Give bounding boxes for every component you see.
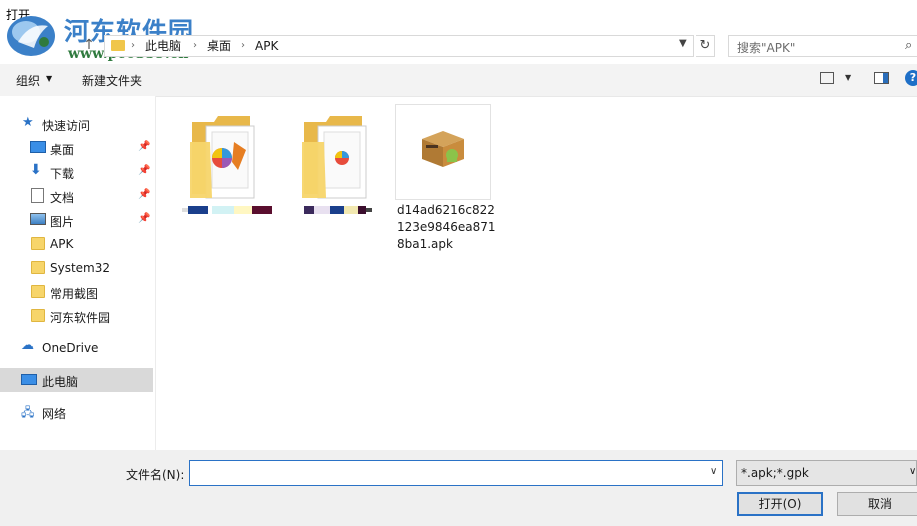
sidebar-item-label: 文档 xyxy=(50,191,75,205)
apk-thumbnail xyxy=(395,104,491,200)
sidebar-item-this-pc[interactable]: 此电脑 xyxy=(0,368,153,392)
breadcrumb-this-pc[interactable]: 此电脑 xyxy=(145,38,181,54)
search-input[interactable]: 搜索"APK" ⌕ xyxy=(728,35,917,57)
file-item-folder-2[interactable] xyxy=(296,104,396,224)
file-name: d14ad6216c822 123e9846ea871 8ba1.apk xyxy=(397,202,497,253)
breadcrumb-separator-icon: › xyxy=(193,40,197,51)
filetype-select[interactable]: *.apk;*.gpk ∨ xyxy=(736,460,917,486)
sidebar-item-network[interactable]: 🖧 网络 xyxy=(0,400,153,424)
sidebar-item-label: 河东软件园 xyxy=(50,311,111,325)
redacted-name-bar xyxy=(182,206,272,214)
network-icon: 🖧 xyxy=(21,405,35,419)
refresh-button[interactable]: ↻ xyxy=(696,35,715,57)
up-arrow-icon[interactable]: ↑ xyxy=(82,36,96,54)
sidebar-item-label: 桌面 xyxy=(50,143,75,157)
folder-icon xyxy=(31,261,45,274)
sidebar-item-onedrive[interactable]: ☁ OneDrive xyxy=(0,336,153,360)
sidebar-item-label: APK xyxy=(50,237,74,251)
sidebar-item-label: 此电脑 xyxy=(42,375,79,389)
cancel-button[interactable]: 取消 xyxy=(837,492,917,516)
package-box-icon xyxy=(422,131,464,167)
sidebar-item-label: 快速访问 xyxy=(42,119,91,133)
sidebar-item-label: 下载 xyxy=(50,167,75,181)
breadcrumb-separator-icon: › xyxy=(241,40,245,51)
folder-icon xyxy=(31,309,45,322)
desktop-icon xyxy=(30,141,46,153)
search-icon[interactable]: ⌕ xyxy=(905,38,912,53)
sidebar-item-quick-access[interactable]: ★ 快速访问 xyxy=(0,112,153,136)
sidebar-item-pictures[interactable]: 图片 📌 xyxy=(0,208,153,232)
folder-icon xyxy=(111,40,125,51)
chevron-down-icon[interactable]: ▼ xyxy=(679,38,687,49)
pin-icon[interactable]: 📌 xyxy=(138,213,150,224)
sidebar-item-label: 常用截图 xyxy=(50,287,99,301)
redacted-name-bar xyxy=(304,206,372,214)
preview-pane-icon[interactable] xyxy=(874,72,889,84)
watermark-logo-icon xyxy=(7,16,55,56)
new-folder-button[interactable]: 新建文件夹 xyxy=(82,72,142,89)
view-options-icon[interactable] xyxy=(820,72,834,84)
file-name-line: d14ad6216c822 xyxy=(397,203,495,217)
pin-icon[interactable]: 📌 xyxy=(138,141,150,152)
file-name-line: 8ba1.apk xyxy=(397,237,453,251)
file-item-folder-1[interactable] xyxy=(180,104,280,224)
pin-icon[interactable]: 📌 xyxy=(138,189,150,200)
cloud-icon: ☁ xyxy=(21,338,34,353)
document-icon xyxy=(31,188,44,203)
filetype-value: *.apk;*.gpk xyxy=(741,466,809,480)
filename-input[interactable] xyxy=(189,460,723,486)
sidebar-item-desktop[interactable]: 桌面 📌 xyxy=(0,136,153,160)
filename-label: 文件名(N): xyxy=(126,468,185,482)
help-icon[interactable]: ? xyxy=(905,70,917,86)
chevron-down-icon[interactable]: ∨ xyxy=(710,466,717,477)
file-name-line: 123e9846ea871 xyxy=(397,220,496,234)
sidebar-item-hedong[interactable]: 河东软件园 xyxy=(0,304,153,328)
chevron-down-icon[interactable]: ▼ xyxy=(46,74,52,83)
chevron-down-icon: ∨ xyxy=(909,466,917,477)
sidebar-item-label: OneDrive xyxy=(42,341,99,355)
breadcrumb-separator-icon: › xyxy=(131,40,135,51)
sidebar-item-screenshots[interactable]: 常用截图 xyxy=(0,280,153,304)
sidebar-item-system32[interactable]: System32 xyxy=(0,256,153,280)
breadcrumb-apk[interactable]: APK xyxy=(255,38,278,54)
sidebar-item-label: System32 xyxy=(50,261,111,275)
chevron-down-icon[interactable]: ▼ xyxy=(845,73,851,82)
open-button[interactable]: 打开(O) xyxy=(737,492,823,516)
sidebar-item-apk[interactable]: APK xyxy=(0,232,153,256)
organize-button[interactable]: 组织 xyxy=(16,72,40,89)
folder-icon xyxy=(31,285,45,298)
sidebar-item-label: 图片 xyxy=(50,215,75,229)
folder-icon xyxy=(190,116,255,199)
sidebar-item-downloads[interactable]: ⬇ 下载 📌 xyxy=(0,160,153,184)
file-item-apk[interactable]: d14ad6216c822 123e9846ea871 8ba1.apk xyxy=(395,104,495,252)
search-placeholder: 搜索"APK" xyxy=(737,41,796,55)
sidebar-item-label: 网络 xyxy=(42,407,67,421)
pin-icon[interactable]: 📌 xyxy=(138,165,150,176)
address-bar[interactable]: › 此电脑 › 桌面 › APK ▼ xyxy=(104,35,694,57)
folder-icon xyxy=(31,237,45,250)
sidebar-item-documents[interactable]: 文档 📌 xyxy=(0,184,153,208)
picture-icon xyxy=(30,213,46,225)
navigation-pane: ★ 快速访问 桌面 📌 ⬇ 下载 📌 文档 📌 图片 📌 APK System3… xyxy=(0,96,156,450)
computer-icon xyxy=(21,374,37,385)
star-icon: ★ xyxy=(22,115,34,130)
download-arrow-icon: ⬇ xyxy=(30,162,42,178)
folder-icon xyxy=(302,116,367,199)
toolbar: 组织 ▼ 新建文件夹 ▼ xyxy=(0,64,917,97)
breadcrumb-desktop[interactable]: 桌面 xyxy=(207,38,231,54)
